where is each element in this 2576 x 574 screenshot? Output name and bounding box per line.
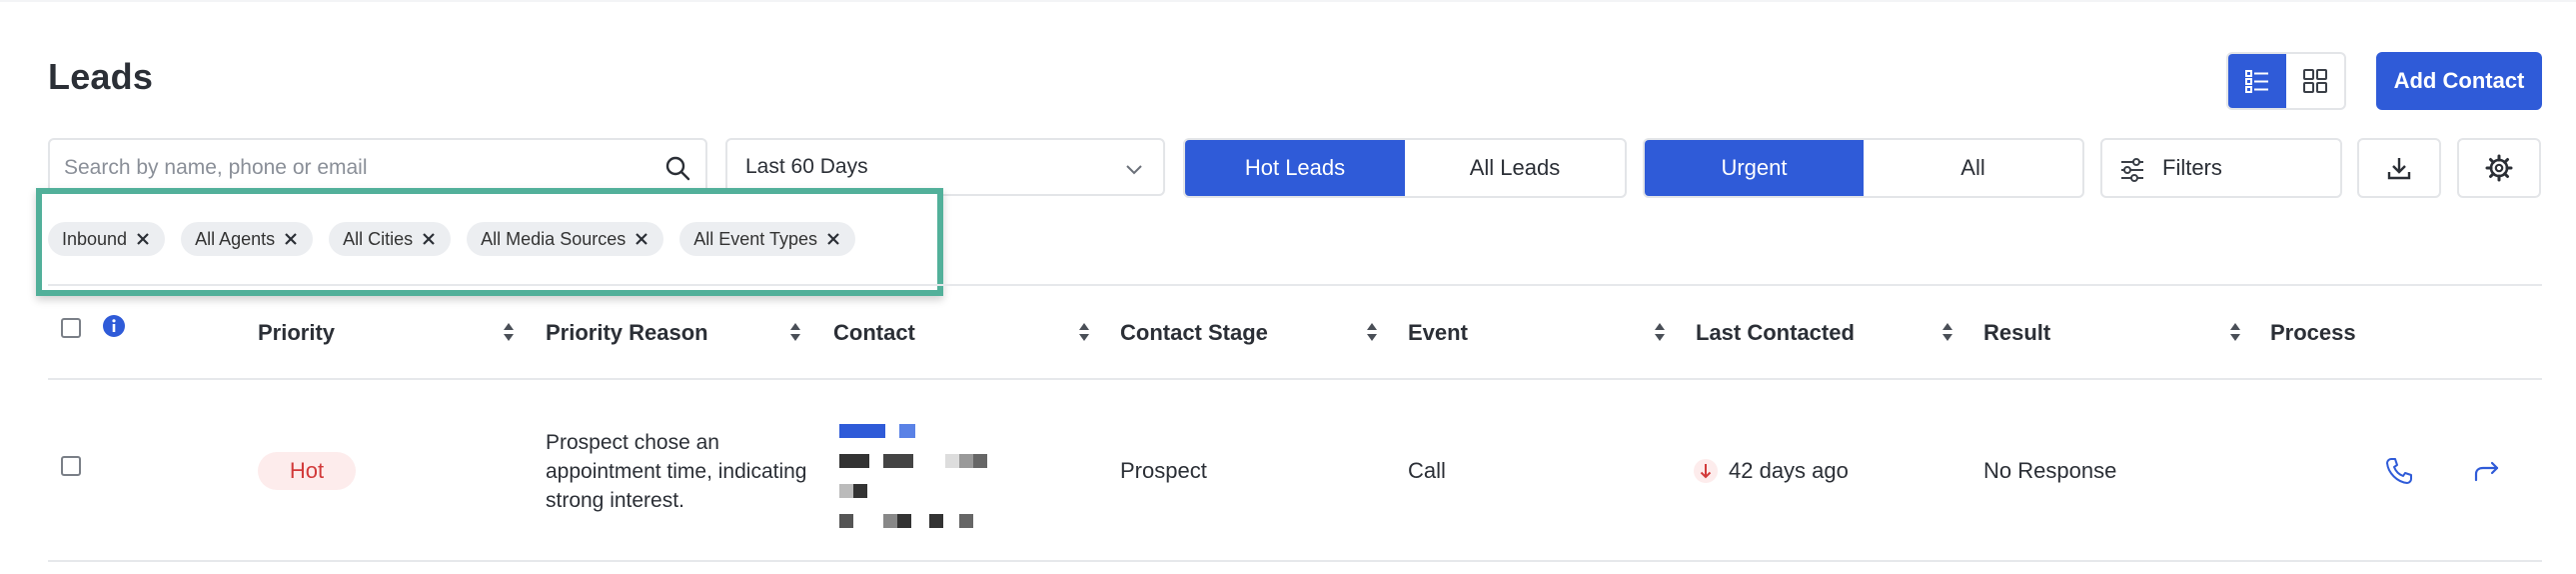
column-header-last-contacted[interactable]: Last Contacted [1696,320,1855,346]
sort-icon[interactable] [2228,322,2242,342]
urgency-toggle: Urgent All [1643,138,2084,198]
sort-icon[interactable] [502,322,516,342]
contact-redacted[interactable] [839,424,999,534]
filter-chip[interactable]: All Event Types [679,222,855,256]
table-top-border [48,284,2542,286]
page-title: Leads [48,56,154,97]
column-header-process: Process [2270,320,2356,345]
contact-stage-cell: Prospect [1120,458,1207,483]
filters-button[interactable]: Filters [2100,138,2342,198]
chevron-down-icon [1126,165,1142,175]
event-cell: Call [1408,458,1446,483]
redirect-icon[interactable] [2472,458,2502,486]
filter-chip-label: All Agents [195,228,276,249]
download-button[interactable] [2357,138,2441,198]
add-contact-button[interactable]: Add Contact [2376,52,2542,110]
arrow-down-icon [1694,459,1718,483]
info-icon[interactable] [102,314,126,338]
filter-chip-label: All Event Types [693,228,817,249]
date-range-value: Last 60 Days [745,155,868,178]
priority-badge: Hot [258,452,356,490]
sliders-icon [2121,158,2143,182]
filter-chip[interactable]: All Cities [329,222,452,256]
search-icon[interactable] [663,154,691,182]
list-view-button[interactable] [2228,54,2286,108]
column-header-priority-reason[interactable]: Priority Reason [546,320,708,346]
column-header-event[interactable]: Event [1408,320,1468,346]
close-icon[interactable] [634,231,649,247]
urgent-tab[interactable]: Urgent [1645,140,1864,196]
all-urgency-tab[interactable]: All [1864,140,2082,196]
column-header-contact[interactable]: Contact [833,320,915,346]
filter-chip[interactable]: All Agents [181,222,314,256]
column-header-contact-stage[interactable]: Contact Stage [1120,320,1268,346]
filter-chip-label: All Cities [343,228,414,249]
close-icon[interactable] [825,231,841,247]
column-header-result[interactable]: Result [1983,320,2050,346]
sort-icon[interactable] [1653,322,1667,342]
row-checkbox[interactable] [61,456,81,476]
active-filter-chips: Inbound All Agents All Cities All Media … [48,222,855,256]
result-cell: No Response [1983,458,2117,483]
list-view-icon [2245,70,2268,93]
priority-reason-text: Prospect chose an appointment time, indi… [546,431,807,512]
table-header-border [48,378,2542,380]
table-row-border [48,560,2542,562]
lead-type-toggle: Hot Leads All Leads [1183,138,1627,198]
column-header-priority[interactable]: Priority [258,320,335,346]
hot-leads-tab[interactable]: Hot Leads [1185,140,1405,196]
filter-chip[interactable]: Inbound [48,222,166,256]
close-icon[interactable] [421,231,437,247]
last-contacted-cell: 42 days ago [1729,458,1849,483]
sort-icon[interactable] [1365,322,1379,342]
grid-view-icon [2303,69,2327,93]
sort-icon[interactable] [1940,322,1954,342]
close-icon[interactable] [283,231,299,247]
sort-icon[interactable] [1077,322,1091,342]
grid-view-button[interactable] [2286,54,2344,108]
filter-chip[interactable]: All Media Sources [467,222,664,256]
filter-chip-label: Inbound [62,228,128,249]
close-icon[interactable] [135,231,151,247]
view-toggle [2226,52,2346,110]
sort-icon[interactable] [788,322,802,342]
gear-icon [2485,154,2513,182]
select-all-checkbox[interactable] [61,318,81,338]
filter-chip-label: All Media Sources [481,228,627,249]
search-input[interactable] [64,152,644,184]
all-leads-tab[interactable]: All Leads [1405,140,1625,196]
settings-button[interactable] [2457,138,2541,198]
download-icon [2387,158,2411,180]
filters-label: Filters [2162,155,2222,180]
top-divider [0,0,2576,2]
phone-icon[interactable] [2384,456,2414,486]
